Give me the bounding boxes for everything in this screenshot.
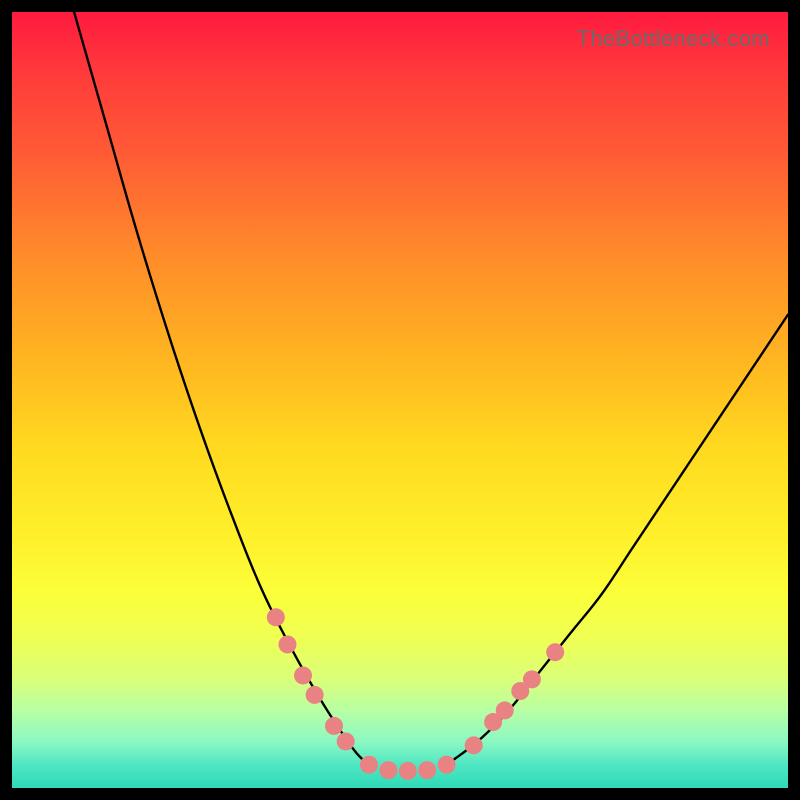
chart-svg xyxy=(12,12,788,788)
marker-dot xyxy=(325,717,343,735)
marker-dot xyxy=(337,732,355,750)
series-left-curve xyxy=(74,12,369,765)
marker-dot xyxy=(496,701,514,719)
marker-dot xyxy=(465,736,483,754)
marker-dot xyxy=(278,635,296,653)
marker-dot xyxy=(379,761,397,779)
marker-dot xyxy=(399,762,417,780)
series-right-curve xyxy=(447,315,788,765)
chart-frame: TheBottleneck.com xyxy=(0,0,800,800)
curve-lines xyxy=(74,12,788,765)
marker-dot xyxy=(294,666,312,684)
plot-area: TheBottleneck.com xyxy=(12,12,788,788)
marker-dot xyxy=(360,756,378,774)
marker-dot xyxy=(267,608,285,626)
marker-dot xyxy=(418,761,436,779)
marker-dot xyxy=(546,643,564,661)
marker-dot xyxy=(523,670,541,688)
highlight-markers xyxy=(267,608,564,780)
marker-dot xyxy=(306,686,324,704)
marker-dot xyxy=(438,756,456,774)
